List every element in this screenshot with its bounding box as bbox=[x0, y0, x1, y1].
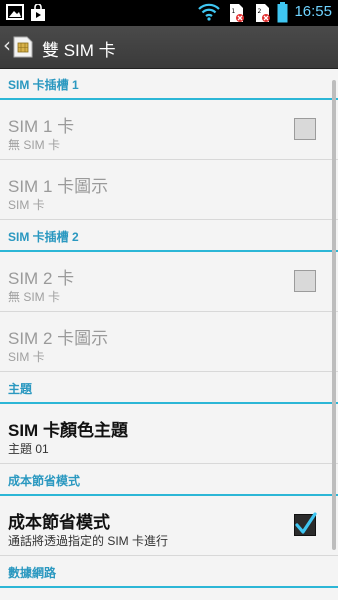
section-header-cost-saving: 成本節省模式 bbox=[0, 464, 338, 496]
item-summary: 主題 01 bbox=[8, 442, 49, 456]
back-chevron-icon[interactable]: ‹ bbox=[3, 35, 11, 55]
item-title: SIM 2 卡 bbox=[8, 269, 75, 288]
gallery-icon bbox=[6, 4, 24, 20]
sim1-checkbox[interactable] bbox=[294, 118, 316, 140]
section-header-data-network: 數據網路 bbox=[0, 556, 338, 588]
item-title: SIM 1 卡 bbox=[8, 117, 75, 136]
section-label: 數據網路 bbox=[8, 566, 57, 580]
section-header-slot2: SIM 卡插槽 2 bbox=[0, 220, 338, 252]
wifi-icon bbox=[198, 3, 220, 21]
svg-text:2: 2 bbox=[258, 8, 262, 15]
checkmark-icon bbox=[295, 512, 317, 534]
page-title: 雙 SIM 卡 bbox=[42, 41, 116, 60]
cost-saving-item[interactable]: 成本節省模式 通話將透過指定的 SIM 卡進行 bbox=[0, 496, 338, 556]
section-label: SIM 卡插槽 2 bbox=[8, 230, 79, 244]
dual-sim-app-icon[interactable] bbox=[12, 35, 34, 59]
item-title: SIM 2 卡圖示 bbox=[8, 329, 109, 348]
cost-saving-checkbox[interactable] bbox=[294, 512, 317, 536]
item-title: SIM 卡顏色主題 bbox=[8, 421, 128, 440]
item-title: 成本節省模式 bbox=[8, 513, 110, 532]
section-label: SIM 卡插槽 1 bbox=[8, 78, 79, 92]
item-summary: SIM 卡 bbox=[8, 198, 45, 212]
scrollbar[interactable] bbox=[332, 80, 336, 550]
section-header-slot1: SIM 卡插槽 1 bbox=[0, 68, 338, 100]
item-summary: 無 SIM 卡 bbox=[8, 138, 61, 152]
sim1-icon-item[interactable]: SIM 1 卡圖示 SIM 卡 bbox=[0, 160, 338, 220]
section-label: 成本節省模式 bbox=[8, 474, 81, 488]
color-theme-item[interactable]: SIM 卡顏色主題 主題 01 bbox=[0, 404, 338, 464]
sim2-toggle-item[interactable]: SIM 2 卡 無 SIM 卡 bbox=[0, 252, 338, 312]
sim1-toggle-item[interactable]: SIM 1 卡 無 SIM 卡 bbox=[0, 100, 338, 160]
sim2-icon-item[interactable]: SIM 2 卡圖示 SIM 卡 bbox=[0, 312, 338, 372]
clock: 16:55 bbox=[294, 3, 332, 20]
action-bar: ‹ 雙 SIM 卡 bbox=[0, 26, 338, 69]
sim2-missing-icon: 2 bbox=[256, 4, 270, 22]
status-bar: 1 2 16:55 bbox=[0, 0, 338, 26]
item-title: SIM 1 卡圖示 bbox=[8, 177, 109, 196]
sim2-checkbox[interactable] bbox=[294, 270, 316, 292]
section-label: 主題 bbox=[8, 382, 33, 396]
section-header-theme: 主題 bbox=[0, 372, 338, 404]
settings-list[interactable]: SIM 卡插槽 1 SIM 1 卡 無 SIM 卡 SIM 1 卡圖示 SIM … bbox=[0, 68, 338, 600]
item-summary: SIM 卡 bbox=[8, 350, 45, 364]
sim1-missing-icon: 1 bbox=[230, 4, 244, 22]
store-bag-icon bbox=[31, 4, 45, 21]
battery-icon bbox=[277, 2, 288, 23]
svg-text:1: 1 bbox=[232, 8, 236, 15]
item-summary: 通話將透過指定的 SIM 卡進行 bbox=[8, 534, 169, 548]
item-summary: 無 SIM 卡 bbox=[8, 290, 61, 304]
